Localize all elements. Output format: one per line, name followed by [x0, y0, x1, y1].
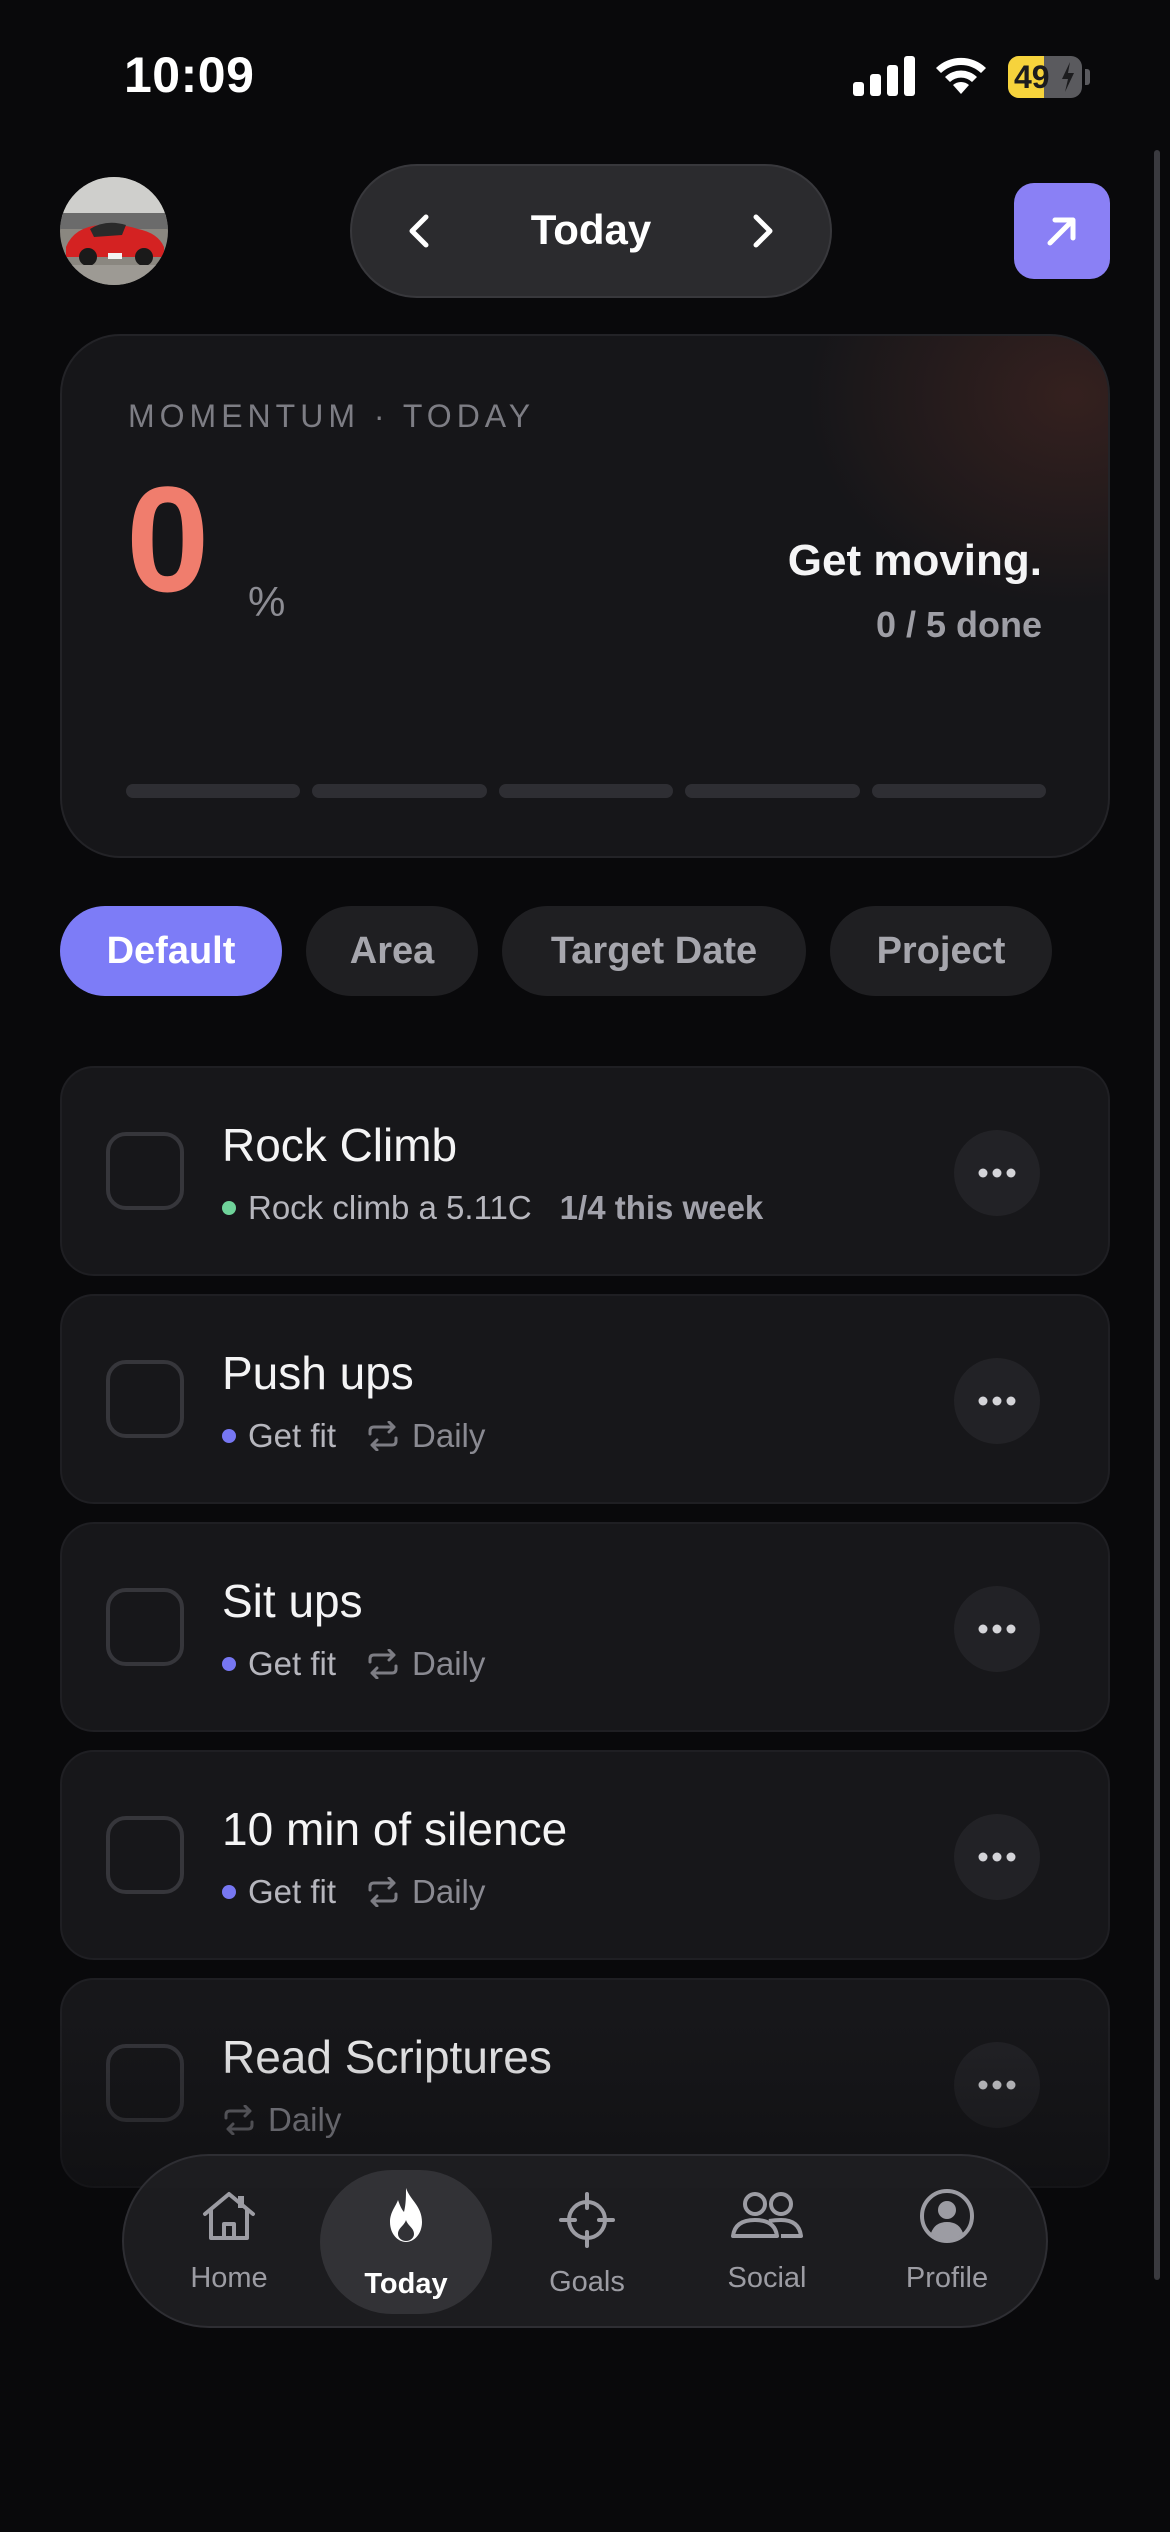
momentum-label: MOMENTUM · TODAY	[128, 398, 536, 434]
task-meta: Get fit Daily	[222, 1644, 485, 1684]
goal-dot-icon	[222, 1657, 236, 1671]
tab-today[interactable]: Today	[320, 2170, 492, 2314]
ellipsis-icon	[978, 1168, 1016, 1178]
task-checkbox[interactable]	[106, 2044, 184, 2122]
repeat-icon	[368, 1877, 398, 1907]
momentum-segment	[685, 784, 860, 798]
charging-bolt-icon	[1062, 62, 1074, 92]
filter-default[interactable]: Default	[60, 906, 282, 996]
task-meta: Get fit Daily	[222, 1416, 485, 1456]
ellipsis-icon	[978, 2080, 1016, 2090]
ellipsis-icon	[978, 1396, 1016, 1406]
task-title: Read Scriptures	[222, 2031, 552, 2083]
home-icon	[203, 2192, 255, 2240]
task-card: 10 min of silence Get fit Daily	[60, 1750, 1110, 1960]
more-options-button[interactable]	[954, 2042, 1040, 2128]
tab-bar: Home Today Goals Social Profile	[122, 2154, 1048, 2328]
status-bar: 10:09 49	[0, 0, 1170, 150]
ellipsis-icon	[978, 1852, 1016, 1862]
more-options-button[interactable]	[954, 1358, 1040, 1444]
flame-icon	[390, 2188, 422, 2242]
tab-label: Goals	[549, 2266, 625, 2298]
repeat-icon	[368, 1421, 398, 1451]
goal-dot-icon	[222, 1201, 236, 1215]
tab-label: Home	[190, 2262, 268, 2294]
momentum-segment	[312, 784, 487, 798]
avatar[interactable]	[60, 177, 168, 285]
tab-label: Today	[364, 2268, 448, 2300]
task-meta: Daily	[222, 2100, 341, 2140]
task-checkbox[interactable]	[106, 1132, 184, 1210]
filter-target-date[interactable]: Target Date	[502, 906, 806, 996]
task-goal: Get fit	[248, 1417, 337, 1454]
tab-goals[interactable]: Goals	[512, 2160, 662, 2334]
goal-dot-icon	[222, 1429, 236, 1443]
cellular-signal-icon	[853, 56, 915, 96]
task-card: Sit ups Get fit Daily	[60, 1522, 1110, 1732]
momentum-message: Get moving.	[787, 536, 1042, 585]
wifi-icon	[936, 57, 986, 94]
chevron-right-icon[interactable]	[734, 203, 790, 259]
scroll-indicator[interactable]	[1154, 150, 1160, 2280]
tab-social[interactable]: Social	[692, 2156, 842, 2330]
task-frequency: Daily	[412, 1873, 486, 1910]
task-goal: Get fit	[248, 1873, 337, 1910]
repeat-icon	[224, 2105, 254, 2135]
tab-home[interactable]: Home	[154, 2156, 304, 2330]
momentum-segment	[126, 784, 301, 798]
tab-label: Social	[727, 2262, 807, 2294]
repeat-icon	[368, 1649, 398, 1679]
task-checkbox[interactable]	[106, 1588, 184, 1666]
momentum-card: MOMENTUM · TODAY 0 % Get moving. 0 / 5 d…	[60, 334, 1110, 858]
ellipsis-icon	[978, 1624, 1016, 1634]
task-frequency: Daily	[412, 1645, 486, 1682]
task-checkbox[interactable]	[106, 1360, 184, 1438]
task-card: Push ups Get fit Daily	[60, 1294, 1110, 1504]
task-goal: Rock climb a 5.11C	[248, 1189, 532, 1226]
task-card: Rock Climb Rock climb a 5.11C 1/4 this w…	[60, 1066, 1110, 1276]
task-frequency: Daily	[268, 2101, 342, 2138]
tab-profile[interactable]: Profile	[872, 2156, 1022, 2330]
task-frequency: Daily	[412, 1417, 486, 1454]
target-icon	[559, 2192, 615, 2248]
momentum-segment	[871, 784, 1046, 798]
filter-project[interactable]: Project	[830, 906, 1052, 996]
task-goal: Get fit	[248, 1645, 337, 1682]
more-options-button[interactable]	[954, 1130, 1040, 1216]
momentum-segment	[498, 784, 674, 798]
momentum-progress-bars	[126, 784, 1046, 798]
status-time: 10:09	[124, 47, 255, 103]
goal-dot-icon	[222, 1885, 236, 1899]
date-navigator: Today	[350, 164, 832, 298]
share-button[interactable]	[1014, 183, 1110, 279]
momentum-count: 0 / 5 done	[875, 604, 1042, 645]
arrow-up-right-icon	[1047, 217, 1076, 246]
task-meta: Rock climb a 5.11C 1/4 this week	[222, 1188, 763, 1228]
task-checkbox[interactable]	[106, 1816, 184, 1894]
task-title: 10 min of silence	[222, 1803, 568, 1855]
people-icon	[731, 2192, 803, 2238]
momentum-value: 0	[126, 455, 210, 623]
task-title: Push ups	[222, 1347, 414, 1399]
battery-indicator: 49	[1008, 56, 1090, 98]
task-progress: 1/4 this week	[559, 1189, 764, 1226]
task-title: Sit ups	[222, 1575, 363, 1627]
tab-label: Profile	[905, 2262, 989, 2294]
momentum-unit: %	[248, 578, 286, 625]
filter-area[interactable]: Area	[306, 906, 478, 996]
task-meta: Get fit Daily	[222, 1872, 485, 1912]
profile-icon	[920, 2189, 974, 2243]
more-options-button[interactable]	[954, 1814, 1040, 1900]
avatar-photo	[60, 177, 168, 285]
more-options-button[interactable]	[954, 1586, 1040, 1672]
task-title: Rock Climb	[222, 1119, 458, 1171]
